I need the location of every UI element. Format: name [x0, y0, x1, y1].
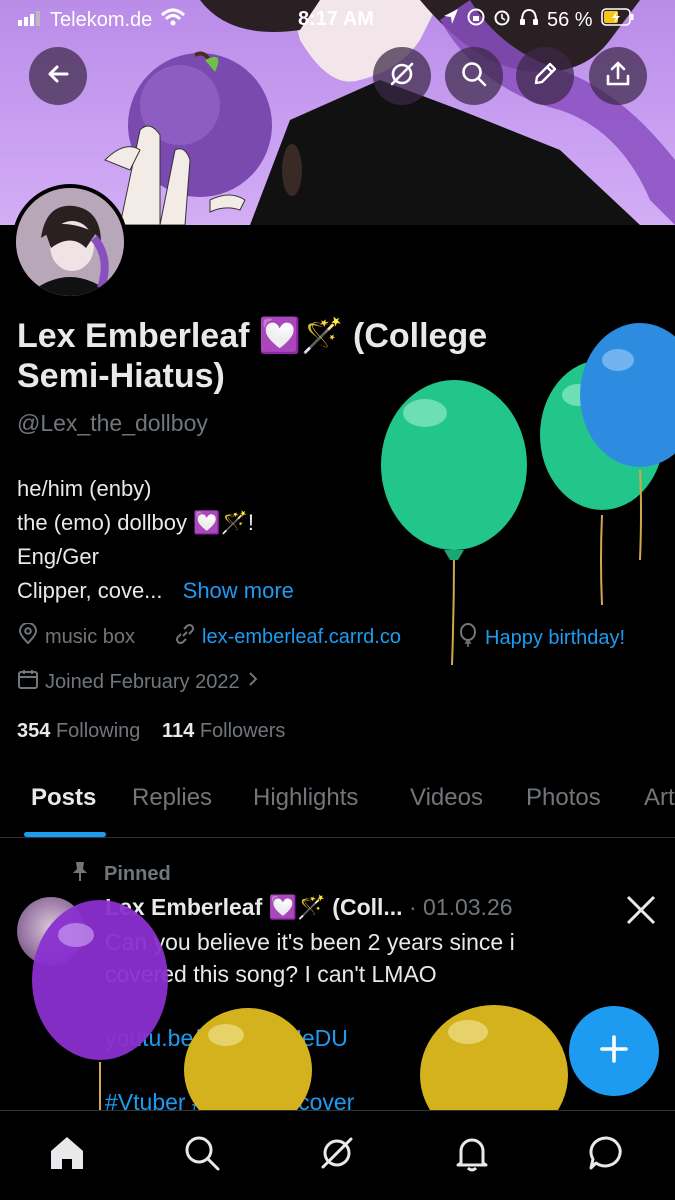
joined-text: Joined February 2022 — [45, 670, 240, 693]
bio-line: Eng/Ger — [17, 544, 99, 569]
bottom-navigation — [0, 1110, 675, 1200]
profile-avatar[interactable] — [12, 184, 128, 300]
bio-truncated-text: Clipper, cove... — [17, 578, 163, 603]
profile-display-name: Lex Emberleaf 💟🪄 (College Semi-Hiatus) — [17, 317, 488, 395]
tab-videos[interactable]: Videos — [410, 784, 483, 812]
x-logo-icon — [625, 894, 657, 931]
profile-banner[interactable]: Telekom.de 8:17 AM 56 % — [0, 0, 675, 225]
bell-icon — [452, 1133, 492, 1178]
edit-button[interactable] — [516, 47, 574, 105]
bio-line: the (emo) dollboy 💟🪄! — [17, 510, 254, 535]
calendar-icon — [17, 668, 39, 696]
pinned-indicator: Pinned — [70, 860, 171, 888]
share-button[interactable] — [589, 47, 647, 105]
following-label: Following — [55, 720, 141, 742]
avatar-image — [16, 188, 124, 296]
signal-icon — [18, 9, 42, 32]
tab-replies[interactable]: Replies — [132, 784, 212, 812]
tab-photos[interactable]: Photos — [526, 784, 601, 812]
search-icon — [182, 1133, 222, 1178]
location-arrow-icon — [443, 8, 459, 32]
search-button[interactable] — [445, 47, 503, 105]
share-icon — [604, 60, 632, 93]
followers-link[interactable]: 114 Followers — [162, 720, 285, 742]
birthday-text: Happy birthday! — [485, 626, 626, 649]
grok-icon — [388, 60, 416, 93]
link-icon — [174, 623, 196, 651]
balloon-icon — [457, 623, 479, 653]
profile-tabs: Posts Replies Highlights Videos Photos A… — [0, 770, 675, 838]
chat-bubble-icon — [587, 1133, 627, 1178]
followers-count: 114 — [161, 720, 195, 742]
following-link[interactable]: 354 Following — [17, 720, 146, 742]
tab-articles[interactable]: Articles — [644, 784, 675, 812]
profile-birthday: Happy birthday! — [457, 623, 625, 653]
wifi-icon — [160, 8, 186, 32]
post-header: Lex Emberleaf 💟🪄 (Coll... · 01.03.26 — [105, 894, 513, 921]
status-bar: Telekom.de 8:17 AM 56 % — [0, 0, 675, 38]
active-tab-indicator — [24, 832, 106, 837]
profile-bio: he/him (enby) the (emo) dollboy 💟🪄! Eng/… — [17, 472, 294, 608]
profile-location: music box — [17, 622, 136, 651]
back-button[interactable] — [29, 47, 87, 105]
bio-line-truncated: Clipper, cove... Show more — [17, 574, 294, 608]
search-icon — [460, 60, 488, 93]
plus-icon — [597, 1032, 631, 1071]
home-icon — [47, 1133, 87, 1178]
battery-percent: 56 % — [547, 8, 593, 31]
bio-line: he/him (enby) — [17, 476, 152, 501]
following-count: 354 — [17, 720, 51, 742]
nav-notifications[interactable] — [450, 1133, 494, 1177]
carrier-label: Telekom.de — [50, 8, 153, 31]
profile-handle: @Lex_the_dollboy — [17, 410, 208, 436]
follow-stats: 354 Following 114 Followers — [17, 720, 285, 743]
edit-icon — [531, 60, 559, 93]
post-date[interactable]: · 01.03.26 — [409, 894, 513, 920]
nav-messages[interactable] — [585, 1133, 629, 1177]
lock-rotation-icon — [467, 8, 485, 32]
website-link[interactable]: lex-emberleaf.carrd.co — [202, 626, 401, 649]
pin-icon — [70, 860, 90, 888]
post-author-avatar[interactable] — [17, 897, 85, 965]
profile-website[interactable]: lex-emberleaf.carrd.co — [174, 623, 401, 651]
post-text: Can you believe it's been 2 years since … — [105, 929, 515, 987]
tab-posts[interactable]: Posts — [31, 784, 96, 812]
nav-search[interactable] — [180, 1133, 224, 1177]
tab-highlights[interactable]: Highlights — [253, 784, 358, 812]
nav-grok[interactable] — [315, 1133, 359, 1177]
headphones-icon — [519, 8, 539, 32]
chevron-right-icon — [246, 670, 260, 694]
back-icon — [45, 61, 71, 92]
battery-charging-icon — [600, 8, 635, 32]
post-body[interactable]: Can you believe it's been 2 years since … — [105, 926, 575, 1118]
pinned-label: Pinned — [104, 862, 171, 885]
compose-post-button[interactable] — [569, 1006, 659, 1096]
grok-icon — [317, 1133, 357, 1178]
followers-label: Followers — [199, 720, 286, 742]
post-author-name[interactable]: Lex Emberleaf 💟🪄 (Coll... — [105, 894, 403, 920]
grok-button[interactable] — [373, 47, 431, 105]
status-time: 8:17 AM — [298, 8, 374, 30]
nav-home[interactable] — [45, 1133, 89, 1177]
alarm-icon — [493, 8, 511, 32]
location-pin-icon — [17, 622, 39, 651]
show-more-link[interactable]: Show more — [183, 578, 294, 603]
post-link[interactable]: youtu.be/3rPJZhxUeDU — [105, 1022, 575, 1054]
location-text: music box — [45, 625, 136, 648]
profile-joined[interactable]: Joined February 2022 — [17, 668, 260, 696]
